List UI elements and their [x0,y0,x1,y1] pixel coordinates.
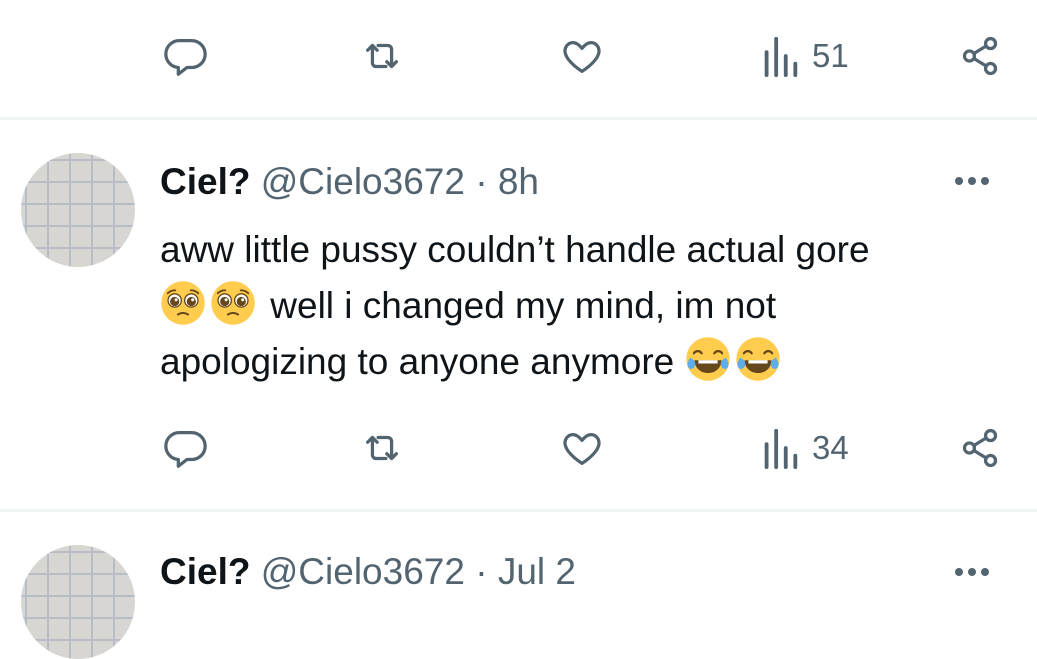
tears-of-joy-emoji-icon [685,337,730,381]
heart-icon [563,432,601,465]
separator-dot: · [475,551,488,592]
reply-icon [164,431,207,468]
share-button[interactable] [957,26,1003,86]
reply-button[interactable] [163,26,209,86]
more-dot [968,568,976,576]
share-icon [962,428,998,468]
more-options-button[interactable] [955,177,989,185]
more-dot [981,177,989,185]
views-button[interactable]: 34 [760,418,849,478]
more-options-button[interactable] [955,568,989,576]
tweet-text-segment: apologizing to anyone anymore [160,341,675,382]
more-dot [955,568,963,576]
tweet-divider [0,117,1037,120]
views-count: 34 [812,429,849,466]
heart-icon [563,40,601,73]
views-button[interactable]: 51 [760,26,849,86]
pleading-face-emoji-icon [161,281,205,325]
tweet-divider [0,509,1037,512]
timestamp[interactable]: Jul 2 [498,551,576,592]
top-tweet-actions: 51 [0,26,1037,86]
tweet-text-segment: well i changed my mind, im not [270,285,777,326]
share-button[interactable] [957,418,1003,478]
like-button[interactable] [557,418,607,478]
avatar[interactable] [21,545,135,659]
reply-icon [164,39,207,76]
retweet-icon [365,435,399,461]
separator-dot: · [475,161,488,202]
share-icon [962,36,998,76]
like-button[interactable] [557,26,607,86]
timestamp[interactable]: 8h [498,161,539,202]
display-name[interactable]: Ciel? [160,161,250,202]
tears-of-joy-emoji-icon [735,337,780,381]
tweet-header: Ciel? @Cielo3672 · 8h [160,163,539,200]
reply-button[interactable] [163,418,209,478]
avatar[interactable] [21,153,135,267]
retweet-icon [365,43,399,69]
retweet-button[interactable] [358,418,406,478]
tweet-actions: 34 [0,418,1037,478]
tweet-text-line: aww little pussy couldn’t handle actual … [160,229,870,270]
analytics-icon [764,36,798,78]
analytics-icon [764,428,798,470]
user-handle[interactable]: @Cielo3672 [261,161,465,202]
views-count: 51 [812,37,849,74]
tweet-text-line: well i changed my mind, im not [160,278,1020,334]
tweet-text-line: apologizing to anyone anymore [160,334,1020,390]
more-dot [968,177,976,185]
user-handle[interactable]: @Cielo3672 [261,551,465,592]
tweet-text: aww little pussy couldn’t handle actual … [160,222,1020,390]
pleading-face-emoji-icon [211,281,255,325]
display-name[interactable]: Ciel? [160,551,250,592]
more-dot [981,568,989,576]
more-dot [955,177,963,185]
tweet-header: Ciel? @Cielo3672 · Jul 2 [160,553,576,590]
retweet-button[interactable] [358,26,406,86]
